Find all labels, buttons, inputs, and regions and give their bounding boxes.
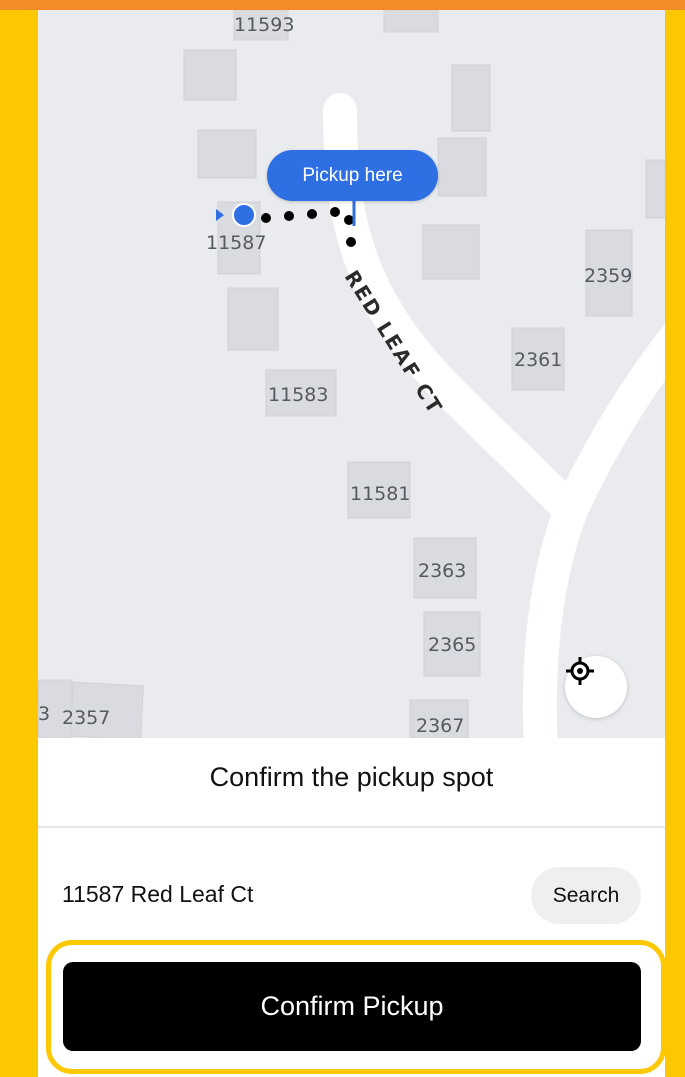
building <box>437 137 487 197</box>
building <box>422 224 480 280</box>
search-button[interactable]: Search <box>531 867 641 924</box>
route-dot <box>346 237 356 247</box>
frame-left-border <box>0 10 38 1077</box>
building-label: 2365 <box>428 634 476 656</box>
building-label: 11593 <box>234 14 294 36</box>
building-label: 2357 <box>62 707 110 729</box>
building-label: 11583 <box>268 384 328 406</box>
building <box>645 159 665 219</box>
building <box>183 49 237 101</box>
building-label: 2359 <box>584 265 632 287</box>
frame-top-border <box>0 0 685 10</box>
building-label: 3 <box>38 703 50 725</box>
road-branch-east <box>555 324 665 517</box>
route-dot <box>261 213 271 223</box>
crosshair-icon <box>566 657 594 685</box>
confirm-pickup-button[interactable]: Confirm Pickup <box>63 962 641 1051</box>
building-label: 2361 <box>514 349 562 371</box>
building-label: 11581 <box>350 483 410 505</box>
frame-right-border <box>665 10 685 1077</box>
map-view[interactable]: RED LEAF CT 11593 11587 2359 2361 11583 … <box>38 10 665 738</box>
building-label: 11587 <box>206 232 266 254</box>
confirm-pickup-label: Confirm Pickup <box>260 991 444 1021</box>
route-dot <box>307 209 317 219</box>
building <box>227 287 279 351</box>
pickup-address: 11587 Red Leaf Ct <box>62 881 254 907</box>
route-dot <box>330 207 340 217</box>
building <box>451 64 491 132</box>
pickup-here-label: Pickup here <box>302 164 403 186</box>
building <box>197 129 257 179</box>
street-label: RED LEAF CT <box>340 266 448 419</box>
pickup-here-bubble[interactable]: Pickup here <box>267 150 438 201</box>
building-label: 2367 <box>416 715 464 737</box>
sheet-title: Confirm the pickup spot <box>209 762 494 792</box>
road-branch-south <box>522 503 587 738</box>
blue-dot-icon <box>232 203 256 227</box>
map-canvas: RED LEAF CT 11593 11587 2359 2361 11583 … <box>38 10 665 738</box>
sheet-divider <box>38 826 665 828</box>
route-dot <box>284 211 294 221</box>
building-label: 2363 <box>418 560 466 582</box>
building <box>383 10 439 33</box>
recenter-location-button[interactable] <box>565 656 627 718</box>
